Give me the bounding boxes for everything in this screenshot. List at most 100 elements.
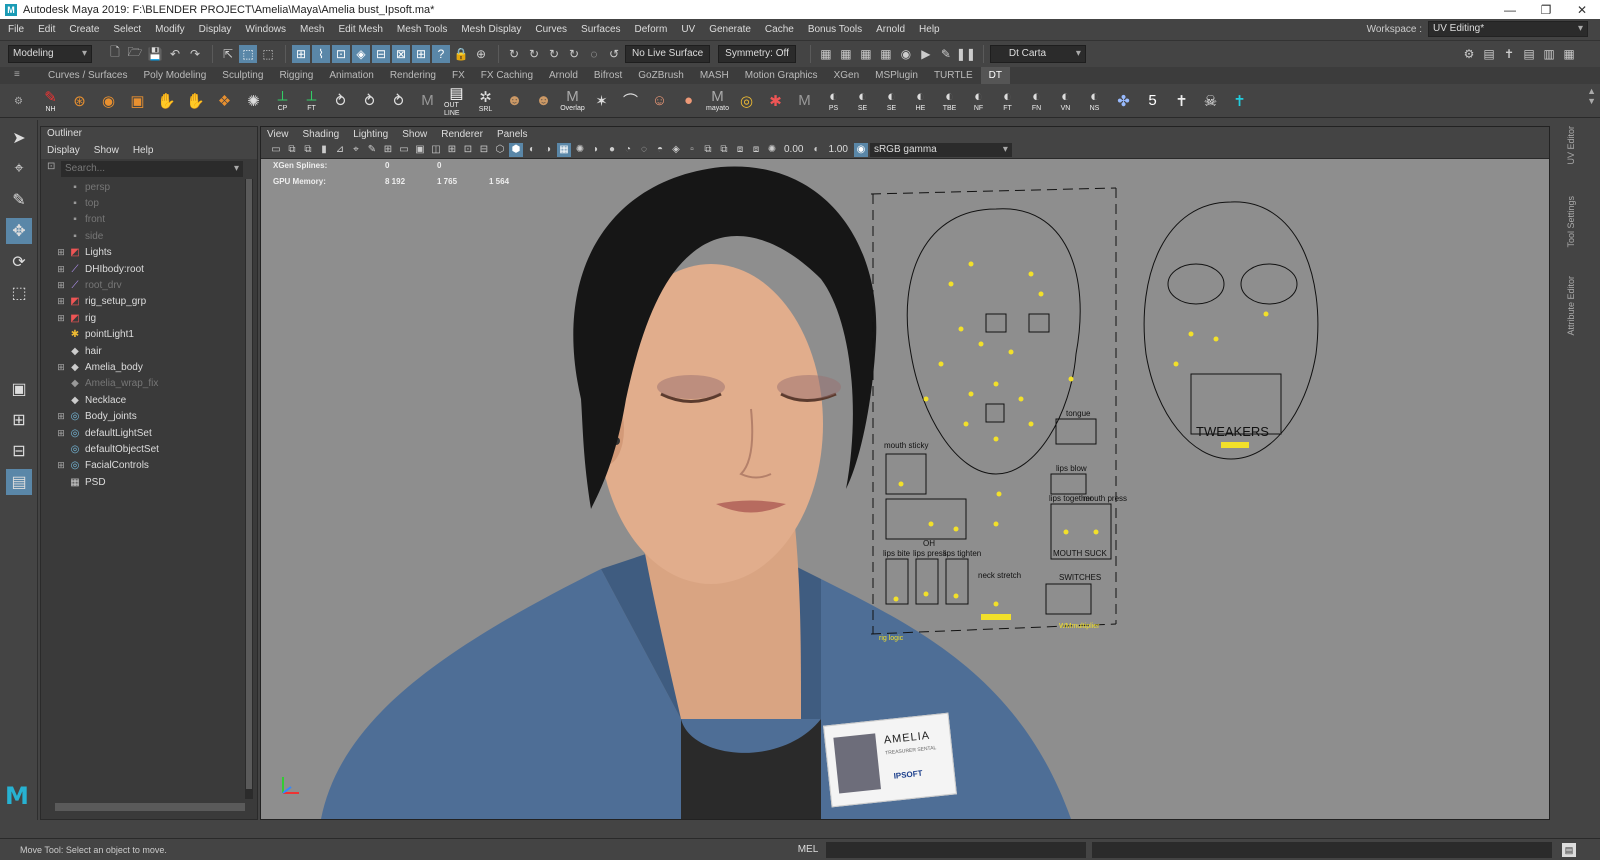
channel-box-icon[interactable]: ▦ [1560,45,1578,63]
expand-icon[interactable]: ⊞ [55,280,67,291]
render-settings2-icon[interactable]: ▦ [877,45,895,63]
outliner-menu-help[interactable]: Help [133,145,154,156]
filter-icon[interactable]: ⊡ [47,161,55,172]
shelf-tab-motion-graphics[interactable]: Motion Graphics [737,67,826,84]
shelf-tab-dt[interactable]: DT [980,67,1011,84]
mayato-icon[interactable]: Mmayato [705,87,730,115]
shelf-tab-animation[interactable]: Animation [321,67,381,84]
menu-curves[interactable]: Curves [535,24,567,35]
nh-icon[interactable]: ✎ NH [38,87,63,115]
arnold-render-icon[interactable]: ▶ [917,45,935,63]
tool-settings-icon[interactable]: ▥ [1540,45,1558,63]
outline-icon[interactable]: ▤ OUT LINE [444,85,469,117]
anime2-icon[interactable]: ☻ [531,87,556,115]
gamma-value[interactable]: 1.00 [828,144,847,155]
cp-icon[interactable]: ⟂ CP [270,87,295,115]
command-line-input[interactable] [826,841,1086,858]
wireframe-icon[interactable]: ⬡ [493,143,507,157]
snap-live-icon[interactable]: ⊠ [392,44,410,63]
viewport-menu-show[interactable]: Show [402,129,427,140]
viewport-menu-shading[interactable]: Shading [303,129,340,140]
xray-icon[interactable]: ◓ [653,143,667,157]
default-material-icon[interactable]: ◐ [525,143,539,157]
viewport-menu-panels[interactable]: Panels [497,129,528,140]
attribute-editor-icon[interactable]: ▤ [1520,45,1538,63]
expand-icon[interactable]: ⊞ [55,313,67,324]
menu-help[interactable]: Help [919,24,940,35]
outliner-layout-icon[interactable]: ▤ [6,469,32,495]
outliner-item[interactable]: ◆ hair [41,343,245,359]
four-view-icon[interactable]: ⊞ [6,407,32,433]
scale-tool-icon[interactable]: ⬚ [6,280,32,306]
outliner-item[interactable]: ▦ PSD [41,474,245,490]
shelf-tab-rendering[interactable]: Rendering [382,67,444,84]
lights-icon[interactable]: ✺ [573,143,587,157]
render-settings-icon[interactable]: ↻ [565,45,583,63]
paint-select-icon[interactable]: ✎ [6,187,32,213]
xray-components-icon[interactable]: ▫ [685,143,699,157]
textured-icon[interactable]: ▦ [557,142,571,157]
t-pose-cyan-icon[interactable]: ✝ [1227,87,1252,115]
grid-icon[interactable]: ⊞ [381,143,395,157]
fn-icon[interactable]: ◐ FN [1024,87,1049,115]
maya-m2-icon[interactable]: M [792,87,817,115]
tbe-icon[interactable]: ◐ TBE [937,87,962,115]
viewport-menu-renderer[interactable]: Renderer [441,129,483,140]
safe-action-icon[interactable]: ⊡ [461,143,475,157]
maya-m-icon[interactable]: M [415,87,440,115]
smooth-shade-icon[interactable]: ⬢ [509,142,523,157]
modeling-toolkit-icon[interactable]: ▤ [1480,45,1498,63]
minimize-button[interactable]: — [1492,3,1528,17]
molecule-icon[interactable]: ✤ [1111,87,1136,115]
ipr-icon[interactable]: ↻ [545,45,563,63]
menu-uv[interactable]: UV [681,24,695,35]
snap-surface-icon[interactable]: ⊟ [372,44,390,63]
snap-curve-icon[interactable]: ⌇ [312,44,330,63]
menu-arnold[interactable]: Arnold [876,24,905,35]
menu-edit-mesh[interactable]: Edit Mesh [338,24,382,35]
snap-point-icon[interactable]: ⊡ [332,44,350,63]
render-view-icon[interactable]: ↺ [605,45,623,63]
help-icon[interactable]: ? [432,44,450,63]
select-hierarchy-icon[interactable]: ⇱ [219,45,237,63]
frame-selection-icon[interactable]: ⧈ [749,143,763,157]
outliner-item[interactable]: ▪ persp [41,179,245,195]
snap-mesh-icon[interactable]: ⊞ [412,44,430,63]
camera-attr-icon[interactable]: ▮ [317,143,331,157]
se2-icon[interactable]: ◐ SE [879,87,904,115]
ft2-icon[interactable]: ◐ FT [995,87,1020,115]
render-frame-icon[interactable]: ▦ [817,45,835,63]
pivot-icon[interactable]: ⊕ [472,45,490,63]
rotate-tool-icon[interactable]: ⟳ [6,249,32,275]
menu-file[interactable]: File [8,24,24,35]
shelf-tab-sculpting[interactable]: Sculpting [214,67,271,84]
save-scene-icon[interactable]: 💾 [146,45,164,63]
image-plane-icon[interactable]: ⊿ [333,143,347,157]
joint3-icon[interactable]: ⥁ [386,87,411,115]
script-editor-icon[interactable]: ▤ [1562,842,1576,857]
menu-mesh[interactable]: Mesh [300,24,324,35]
head-icon[interactable]: ● [676,87,701,115]
snap-grid-icon[interactable]: ⊞ [292,44,310,63]
se-icon[interactable]: ◐ SE [850,87,875,115]
isolate-icon[interactable]: ⧉ [701,143,715,157]
rig-icon[interactable]: ✶ [589,87,614,115]
menu-windows[interactable]: Windows [245,24,286,35]
hand-icon[interactable]: ✋ [154,87,179,115]
curve-icon[interactable]: ⌒ [618,87,643,115]
menu-bonus-tools[interactable]: Bonus Tools [808,24,862,35]
menu-generate[interactable]: Generate [709,24,751,35]
undo-icon[interactable]: ↶ [166,45,184,63]
new-scene-icon[interactable]: 🗋 [106,45,124,63]
select-camera-icon[interactable]: ▭ [269,143,283,157]
menu-set-dropdown[interactable]: Modeling [8,44,92,63]
expand-icon[interactable]: ⊞ [55,460,67,471]
select-component-icon[interactable]: ⬚ [259,45,277,63]
ft-icon[interactable]: ⟂ FT [299,87,324,115]
field-chart-icon[interactable]: ⊞ [445,143,459,157]
nf-icon[interactable]: ◐ NF [966,87,991,115]
color-space-dropdown[interactable]: sRGB gamma [869,142,1012,157]
outliner-item[interactable]: ⊞ ◩ rig_setup_grp [41,294,245,310]
vn-icon[interactable]: ◐ VN [1053,87,1078,115]
person-icon[interactable]: ✱ [763,87,788,115]
